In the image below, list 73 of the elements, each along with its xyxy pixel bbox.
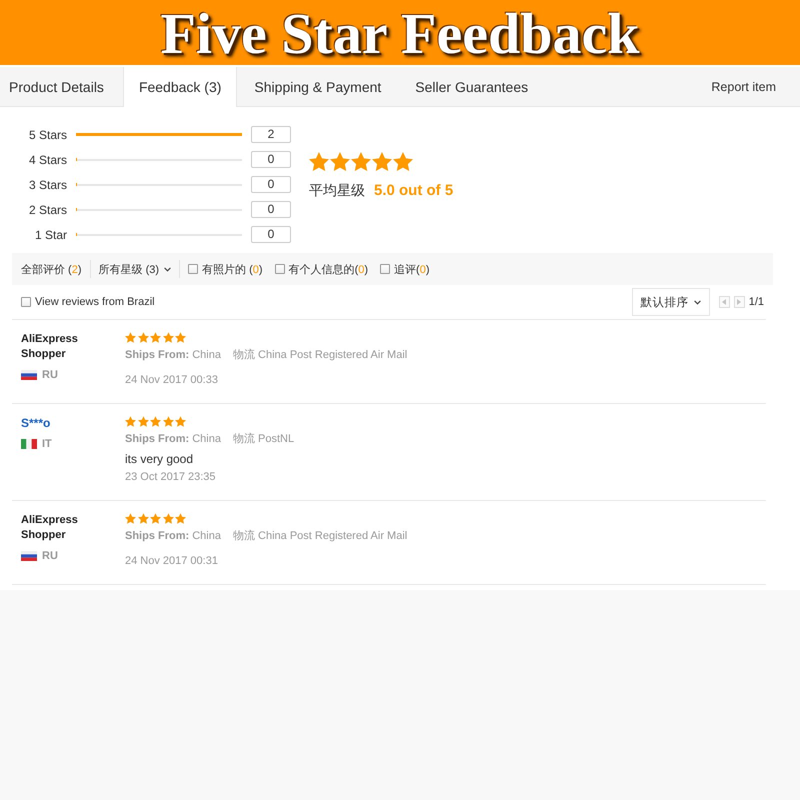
caret-icon — [164, 266, 172, 272]
flag-icon — [21, 551, 37, 561]
banner-title: Five Star Feedback — [160, 4, 640, 65]
review-date: 23 Oct 2017 23:35 — [125, 470, 217, 485]
filter-label[interactable]: 有照片的 (0) — [202, 262, 263, 276]
star-icon — [175, 416, 186, 427]
review-date: 24 Nov 2017 00:31 — [125, 554, 219, 569]
star-icon — [175, 513, 186, 524]
rating-count: 0 — [251, 226, 291, 243]
ships-from-text: Ships From: China — [125, 432, 221, 447]
shipping-method-text: 物流 China Post Registered Air Mail — [232, 528, 408, 544]
star-icon — [150, 513, 161, 524]
sort-dropdown[interactable]: 默认排序 — [632, 288, 710, 316]
checkbox[interactable] — [188, 264, 198, 274]
reviewer-name: AliExpress Shopper — [21, 513, 78, 543]
country-code: RU — [42, 369, 58, 381]
tab[interactable]: Product Details — [0, 67, 123, 106]
rating-label: 2 Stars — [28, 202, 67, 216]
star-filter-dropdown[interactable]: 所有星级 (3) — [98, 262, 172, 276]
ships-from-text: Ships From: China — [125, 348, 221, 363]
rating-label: 5 Stars — [28, 128, 67, 142]
rating-label: 3 Stars — [28, 178, 67, 192]
star-icon — [372, 152, 392, 171]
review-date: 24 Nov 2017 00:33 — [125, 373, 219, 388]
report-item-link[interactable]: Report item — [711, 80, 776, 94]
caret-icon — [694, 300, 701, 304]
star-icon — [150, 332, 161, 343]
right-triangle-icon — [737, 299, 742, 305]
star-icon — [125, 332, 136, 343]
average-rating-label: 平均星级 — [309, 182, 365, 200]
flag-icon — [21, 439, 37, 449]
all-reviews-link[interactable]: 全部评价 (2) — [21, 262, 82, 276]
reviewer-name[interactable]: S***o — [21, 416, 50, 431]
rating-count: 2 — [251, 126, 291, 143]
region-filter-label[interactable]: View reviews from Brazil — [35, 296, 155, 308]
filter-label[interactable]: 有个人信息的(0) — [288, 262, 368, 276]
star-icon — [162, 513, 174, 524]
tab[interactable]: Feedback (3) — [122, 67, 238, 107]
rating-count: 0 — [251, 176, 291, 193]
country-code: IT — [42, 438, 52, 450]
star-icon — [138, 416, 148, 427]
tab[interactable]: Seller Guarantees — [398, 67, 546, 106]
rating-label: 1 Star — [34, 228, 67, 242]
left-triangle-icon — [722, 299, 726, 305]
country-code: RU — [42, 550, 58, 562]
star-icon — [309, 152, 329, 171]
rating-label: 4 Stars — [28, 152, 67, 166]
ships-from-text: Ships From: China — [125, 529, 221, 544]
filter-label[interactable]: 追评(0) — [394, 262, 430, 276]
star-icon — [393, 152, 413, 171]
checkbox[interactable] — [274, 264, 285, 274]
flag-icon — [21, 370, 37, 380]
star-icon — [162, 416, 174, 427]
checkbox[interactable] — [380, 264, 390, 274]
star-icon — [125, 416, 136, 427]
star-icon — [330, 152, 350, 171]
star-icon — [162, 332, 174, 343]
average-rating-value: 5.0 out of 5 — [374, 182, 454, 199]
reviewer-name: AliExpress Shopper — [21, 332, 78, 362]
star-icon — [175, 332, 186, 343]
shipping-method-text: 物流 PostNL — [232, 432, 294, 447]
star-icon — [138, 332, 148, 343]
star-icon — [150, 416, 161, 427]
star-icon — [351, 152, 371, 171]
page-indicator: 1/1 — [748, 296, 764, 308]
checkbox[interactable] — [21, 297, 31, 307]
star-icon — [138, 513, 148, 524]
review-comment: its very good — [125, 451, 194, 468]
rating-count: 0 — [251, 151, 291, 168]
shipping-method-text: 物流 China Post Registered Air Mail — [232, 348, 408, 363]
rating-count: 0 — [251, 201, 291, 218]
tab[interactable]: Shipping & Payment — [237, 67, 398, 106]
star-icon — [125, 513, 136, 524]
